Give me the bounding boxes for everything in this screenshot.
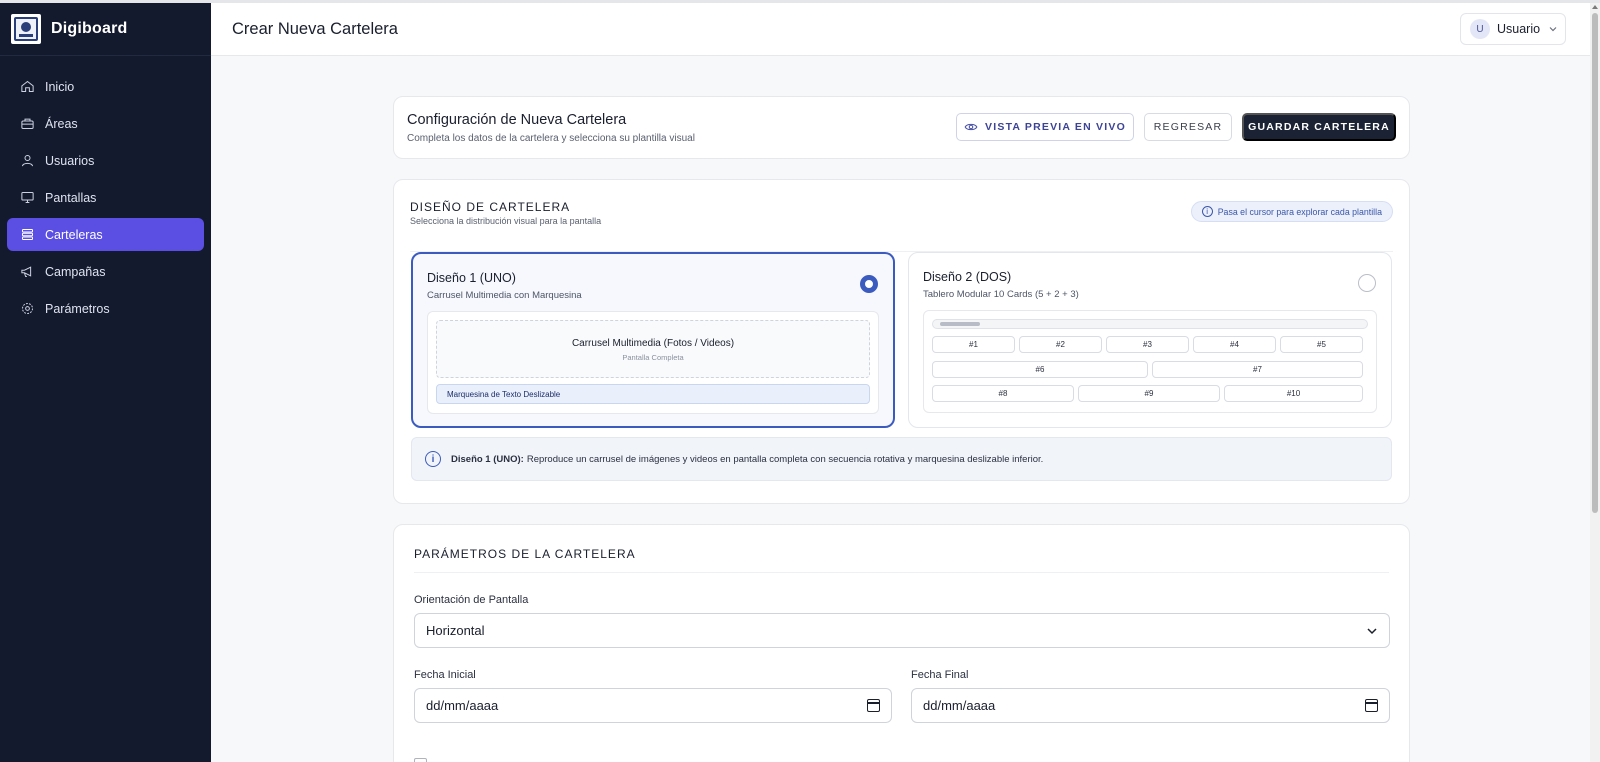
sidebar-item-parametros[interactable]: Parámetros — [7, 292, 204, 325]
sidebar: Digiboard Inicio Áreas Usuarios Pantalla… — [0, 3, 211, 762]
module-card: #10 — [1224, 385, 1363, 402]
sidebar-item-pantallas[interactable]: Pantallas — [7, 181, 204, 214]
chevron-down-icon — [1549, 27, 1557, 32]
page-title: Crear Nueva Cartelera — [232, 19, 398, 38]
scrollbar-thumb[interactable] — [1592, 13, 1598, 513]
company-logo — [11, 14, 41, 44]
design-section-subtitle: Selecciona la distribución visual para l… — [410, 216, 602, 226]
info-icon: i — [1201, 206, 1213, 217]
orientation-label: Orientación de Pantalla — [414, 594, 529, 606]
config-card: Configuración de Nueva Cartelera Complet… — [393, 96, 1410, 159]
live-preview-button[interactable]: VISTA PREVIA EN VIVO — [956, 113, 1134, 141]
end-date-label: Fecha Final — [911, 669, 969, 681]
design-option-2-radio[interactable] — [1358, 274, 1376, 292]
brand[interactable]: Digiboard — [0, 3, 211, 56]
design-option-title: Diseño 2 (DOS) — [923, 270, 1012, 284]
megaphone-icon — [19, 264, 35, 280]
module-card: #7 — [1152, 361, 1363, 378]
design-card: DISEÑO DE CARTELERA Selecciona la distri… — [393, 179, 1410, 504]
config-title: Configuración de Nueva Cartelera — [407, 112, 627, 128]
eye-icon — [964, 123, 978, 131]
top-border — [0, 0, 1600, 3]
design-option-1[interactable]: Diseño 1 (UNO) Carrusel Multimedia con M… — [411, 252, 895, 428]
user-name: Usuario — [1497, 22, 1541, 36]
app-name: Digiboard — [51, 20, 128, 37]
sidebar-item-inicio[interactable]: Inicio — [7, 70, 204, 103]
home-icon — [19, 79, 35, 95]
config-subtitle: Completa los datos de la cartelera y sel… — [407, 133, 695, 144]
divider — [414, 572, 1389, 573]
calendar-icon[interactable] — [1365, 699, 1378, 712]
users-icon — [19, 153, 35, 169]
module-card: #6 — [932, 361, 1148, 378]
sidebar-item-campanas[interactable]: Campañas — [7, 255, 204, 288]
params-section-title: PARÁMETROS DE LA CARTELERA — [414, 547, 636, 561]
marquee-placeholder: Marquesina de Texto Deslizable — [436, 384, 870, 404]
briefcase-icon — [19, 116, 35, 132]
carousel-subtitle: Pantalla Completa — [622, 353, 684, 362]
user-menu-button[interactable]: U Usuario — [1460, 13, 1566, 45]
monitor-icon — [19, 190, 35, 206]
info-icon: i — [425, 451, 441, 467]
design-info-box: i Diseño 1 (UNO): Reproduce un carrusel … — [411, 437, 1392, 481]
sidebar-item-carteleras[interactable]: Carteleras — [7, 218, 204, 251]
sidebar-item-label: Inicio — [45, 79, 75, 94]
live-preview-label: VISTA PREVIA EN VIVO — [985, 121, 1126, 133]
carousel-title: Carrusel Multimedia (Fotos / Videos) — [571, 338, 735, 349]
module-card: #1 — [932, 336, 1015, 353]
sidebar-item-areas[interactable]: Áreas — [7, 107, 204, 140]
design-2-preview: #1 #2 #3 #4 #5 #6 #7 #8 #9 #10 — [923, 310, 1377, 413]
end-date-placeholder: dd/mm/aaaa — [923, 698, 996, 713]
sidebar-item-label: Usuarios — [45, 153, 95, 168]
design-option-subtitle: Tablero Modular 10 Cards (5 + 2 + 3) — [923, 289, 1079, 300]
design-option-title: Diseño 1 (UNO) — [427, 271, 516, 285]
save-button[interactable]: GUARDAR CARTELERA — [1242, 113, 1396, 141]
sidebar-item-label: Parámetros — [45, 301, 110, 316]
info-bold: Diseño 1 (UNO): — [451, 453, 524, 465]
end-date-field[interactable]: dd/mm/aaaa — [911, 688, 1390, 723]
sidebar-item-label: Campañas — [45, 264, 106, 279]
module-card: #3 — [1106, 336, 1189, 353]
orientation-value: Horizontal — [426, 623, 485, 638]
layers-icon — [19, 227, 35, 243]
module-card: #5 — [1280, 336, 1363, 353]
start-date-label: Fecha Inicial — [414, 669, 476, 681]
design-option-subtitle: Carrusel Multimedia con Marquesina — [427, 290, 582, 301]
scroll-up-arrow-icon[interactable] — [1592, 5, 1598, 9]
module-card: #9 — [1078, 385, 1220, 402]
module-card: #4 — [1193, 336, 1276, 353]
hint-text: Pasa el cursor para explorar cada planti… — [1217, 206, 1382, 217]
carousel-placeholder: Carrusel Multimedia (Fotos / Videos) Pan… — [436, 320, 870, 378]
info-text: Reproduce un carrusel de imágenes y vide… — [526, 453, 1044, 465]
avatar: U — [1470, 19, 1490, 39]
ticker-bar — [932, 319, 1368, 329]
sidebar-item-label: Pantallas — [45, 190, 97, 205]
sidebar-nav: Inicio Áreas Usuarios Pantallas Carteler… — [0, 56, 211, 325]
chevron-down-icon — [1367, 628, 1377, 635]
module-card: #2 — [1019, 336, 1102, 353]
design-section-title: DISEÑO DE CARTELERA — [410, 200, 571, 214]
scrollbar[interactable] — [1590, 3, 1600, 762]
hint-badge: i Pasa el cursor para explorar cada plan… — [1190, 201, 1393, 222]
sidebar-item-usuarios[interactable]: Usuarios — [7, 144, 204, 177]
back-button[interactable]: REGRESAR — [1144, 113, 1232, 141]
option-checkbox[interactable] — [414, 758, 427, 762]
sidebar-item-label: Áreas — [45, 116, 78, 131]
gear-icon — [19, 301, 35, 317]
orientation-select[interactable]: Horizontal — [414, 613, 1390, 648]
top-header: Crear Nueva Cartelera U Usuario — [211, 3, 1596, 56]
design-1-preview: Carrusel Multimedia (Fotos / Videos) Pan… — [427, 311, 879, 414]
design-option-1-radio[interactable] — [860, 275, 878, 293]
start-date-field[interactable]: dd/mm/aaaa — [414, 688, 892, 723]
params-card: PARÁMETROS DE LA CARTELERA Orientación d… — [393, 524, 1410, 762]
sidebar-item-label: Carteleras — [45, 227, 103, 242]
design-option-2[interactable]: Diseño 2 (DOS) Tablero Modular 10 Cards … — [908, 252, 1392, 428]
module-card: #8 — [932, 385, 1074, 402]
calendar-icon[interactable] — [867, 699, 880, 712]
start-date-placeholder: dd/mm/aaaa — [426, 698, 499, 713]
